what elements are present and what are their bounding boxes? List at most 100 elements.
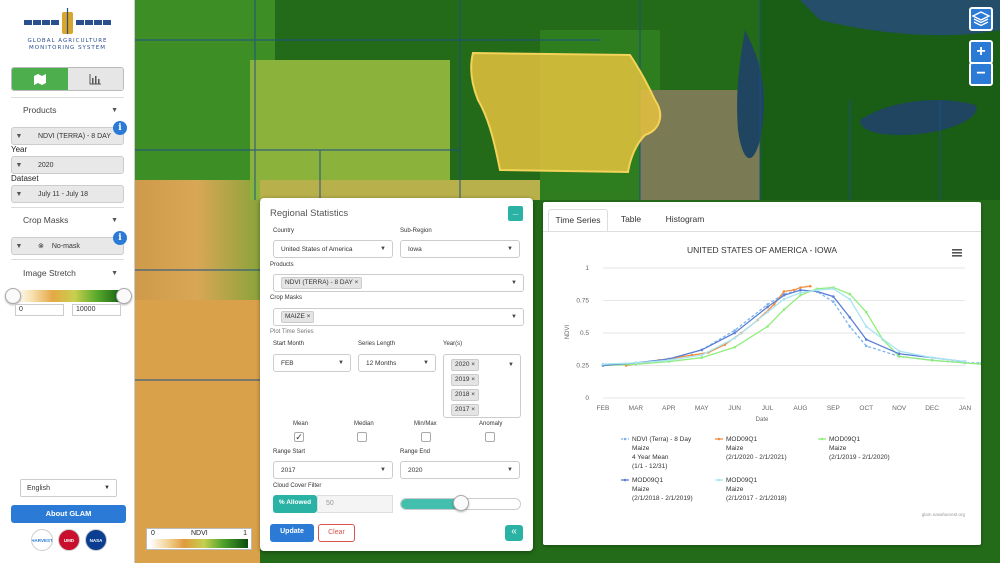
range-end-select[interactable]: 2020 ▼	[400, 461, 520, 479]
tab-table[interactable]: Table	[611, 209, 651, 232]
year-tag[interactable]: 2018 ×	[451, 389, 480, 401]
legend-sublabel: 4 Year Mean	[632, 454, 669, 461]
y-tick-label: 1	[585, 265, 589, 272]
glam-logo: GLOBAL AGRICULTURE MONITORING SYSTEM	[20, 8, 115, 58]
language-select[interactable]: English ▼	[20, 479, 117, 497]
map-view-button[interactable]	[12, 68, 68, 90]
tab-time-series[interactable]: Time Series	[548, 209, 608, 232]
series-length-select[interactable]: 12 Months ▼	[358, 354, 436, 372]
data-point	[700, 353, 704, 357]
nasa-logo[interactable]: NASA	[85, 529, 107, 551]
update-button[interactable]: Update	[270, 524, 314, 542]
y-tick-label: 0.25	[576, 363, 589, 370]
data-point	[733, 329, 736, 332]
x-tick-label: JUL	[762, 405, 774, 412]
chart-view-button[interactable]	[67, 68, 123, 90]
anomaly-checkbox[interactable]	[485, 432, 495, 442]
data-point	[799, 286, 802, 289]
data-point	[634, 361, 638, 365]
year-tag-label: 2019	[455, 376, 470, 383]
stretch-max-handle[interactable]	[116, 288, 132, 304]
product-value: NDVI (TERRA) - 8 DAY	[38, 132, 111, 140]
years-label: Year(s)	[443, 341, 463, 347]
menu-line	[952, 249, 962, 251]
crop-mask-info-icon[interactable]: i	[113, 231, 127, 245]
start-month-value: FEB	[281, 359, 294, 367]
zoom-out-label: −	[976, 65, 986, 82]
crop-masks-section-toggle[interactable]: Crop Masks ▼	[11, 209, 124, 231]
cloud-slider-fill	[401, 499, 461, 509]
year-tag[interactable]: 2020 ×	[451, 359, 480, 371]
year-select[interactable]: ▼ 2020	[11, 156, 124, 174]
start-month-select[interactable]: FEB ▼	[273, 354, 351, 372]
years-multiselect[interactable]: 2020 × 2019 × 2018 × 2017 × ▼	[443, 354, 521, 418]
cloud-slider-handle[interactable]	[452, 495, 469, 511]
median-label: Median	[354, 421, 374, 427]
caret-down-icon: ▼	[507, 467, 513, 473]
products-section-toggle[interactable]: Products ▼	[11, 99, 124, 121]
products-multiselect[interactable]: NDVI (TERRA) - 8 DAY × ▼	[273, 274, 524, 292]
image-stretch-header: Image Stretch	[23, 268, 76, 278]
data-point	[848, 297, 852, 301]
x-tick-label: SEP	[827, 405, 840, 412]
cloud-percent-input[interactable]: 50	[317, 495, 393, 513]
minmax-checkbox[interactable]	[421, 432, 431, 442]
data-point	[864, 325, 868, 328]
zoom-in-button[interactable]: +	[969, 40, 993, 64]
caret-down-icon: ▼	[111, 216, 118, 224]
stretch-max-input[interactable]: 10000	[72, 304, 121, 316]
stretch-min-input[interactable]: 0	[15, 304, 64, 316]
year-tag[interactable]: 2017 ×	[451, 404, 480, 416]
product-tag[interactable]: NDVI (TERRA) - 8 DAY ×	[281, 277, 363, 289]
legend-sublabel: Maize	[829, 445, 847, 452]
legend-colorbar	[150, 539, 248, 548]
range-start-select[interactable]: 2017 ▼	[273, 461, 393, 479]
dataset-label: Dataset	[11, 174, 39, 183]
legend-sublabel: (2/1/2019 - 2/1/2020)	[829, 454, 890, 461]
about-glam-button[interactable]: About GLAM	[11, 505, 126, 523]
caret-down-icon: ▼	[511, 314, 517, 320]
products-label: Products	[270, 262, 294, 268]
filter-icon: ▼	[15, 132, 23, 140]
x-tick-label: JUN	[728, 405, 741, 412]
collapse-panel-button[interactable]: «	[505, 525, 523, 541]
subregion-select[interactable]: Iowa ▼	[400, 240, 520, 258]
zoom-out-button[interactable]: −	[969, 62, 993, 86]
stretch-min-handle[interactable]	[5, 288, 21, 304]
x-tick-label: OCT	[859, 405, 873, 412]
layers-button[interactable]	[969, 7, 993, 31]
country-select[interactable]: United States of America ▼	[273, 240, 393, 258]
legend-sublabel: Maize	[726, 486, 744, 493]
umd-logo[interactable]: UMD	[58, 529, 80, 551]
caret-down-icon: ▼	[508, 362, 514, 368]
cropmasks-multiselect[interactable]: MAIZE × ▼	[273, 308, 524, 326]
tab-histogram[interactable]: Histogram	[655, 209, 715, 232]
mean-checkbox[interactable]: ✓	[294, 432, 304, 442]
data-point	[782, 290, 786, 293]
time-series-chart: UNITED STATES OF AMERICA - IOWA 0 0.25 0.5 0…	[565, 245, 981, 517]
legend-sublabel: Maize	[632, 445, 650, 452]
image-stretch-section-toggle[interactable]: Image Stretch ▼	[11, 262, 124, 284]
crop-mask-select[interactable]: ▼ ⊗ No-mask	[11, 237, 124, 255]
percent-allowed-button[interactable]: % Allowed	[273, 495, 317, 513]
data-point	[733, 331, 736, 335]
iowa-region-highlight[interactable]	[470, 51, 662, 174]
year-tag[interactable]: 2019 ×	[451, 374, 480, 386]
cropmask-tag[interactable]: MAIZE ×	[281, 311, 315, 323]
data-point	[667, 359, 671, 362]
minimize-panel-button[interactable]: _	[508, 206, 523, 221]
data-point	[897, 349, 901, 353]
harvest-logo[interactable]: HARVEST	[31, 529, 53, 551]
product-select[interactable]: ▼ NDVI (TERRA) - 8 DAY	[11, 127, 124, 145]
legend-marker-dot	[820, 437, 824, 441]
cloud-cover-slider[interactable]	[400, 495, 521, 511]
dataset-select[interactable]: ▼ July 11 - July 18	[11, 185, 124, 203]
data-point	[782, 308, 786, 311]
legend-min: 0	[151, 530, 155, 537]
cropmask-tag-label: MAIZE	[285, 313, 305, 320]
x-tick-label: MAR	[629, 405, 644, 412]
product-info-icon[interactable]: i	[113, 121, 127, 135]
median-checkbox[interactable]	[357, 432, 367, 442]
caret-down-icon: ▼	[507, 246, 513, 252]
clear-button[interactable]: Clear	[318, 524, 355, 542]
